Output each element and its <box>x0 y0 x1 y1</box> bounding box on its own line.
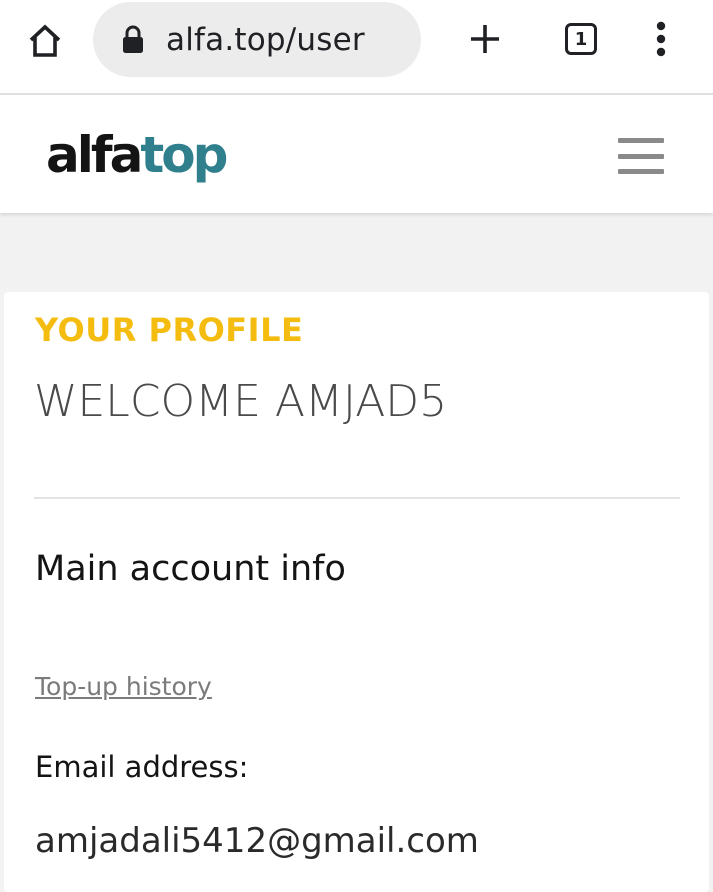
tab-switcher-button[interactable]: 1 <box>558 16 604 62</box>
alfatop-logo[interactable]: alfatop <box>46 123 228 187</box>
logo-text-alfa: alfa <box>46 126 143 184</box>
more-vert-icon <box>656 21 666 57</box>
lock-icon <box>123 25 143 53</box>
plus-icon <box>471 25 499 53</box>
browser-toolbar: alfa.top/user 1 <box>0 0 713 95</box>
url-text[interactable]: alfa.top/user <box>166 16 365 64</box>
tab-count: 1 <box>565 23 597 55</box>
new-tab-button[interactable] <box>462 16 508 62</box>
logo-text-top: top <box>140 126 228 184</box>
home-icon <box>29 24 61 57</box>
hamburger-menu-icon[interactable] <box>618 138 666 174</box>
site-header: alfatop <box>0 95 713 213</box>
welcome-title: WELCOME AMJAD5 <box>34 376 448 427</box>
email-value: amjadali5412@gmail.com <box>35 821 479 861</box>
home-button[interactable] <box>22 18 68 64</box>
main-account-info-title: Main account info <box>35 549 346 589</box>
profile-heading: YOUR PROFILE <box>35 311 304 349</box>
hamburger-bar <box>618 153 664 159</box>
browser-menu-button[interactable] <box>640 16 682 62</box>
hamburger-bar <box>618 138 664 143</box>
email-label: Email address: <box>35 750 249 784</box>
divider <box>34 497 680 499</box>
hamburger-bar <box>618 169 664 174</box>
profile-card: YOUR PROFILE WELCOME AMJAD5 Main account… <box>4 292 709 892</box>
topup-history-link[interactable]: Top-up history <box>35 670 212 704</box>
